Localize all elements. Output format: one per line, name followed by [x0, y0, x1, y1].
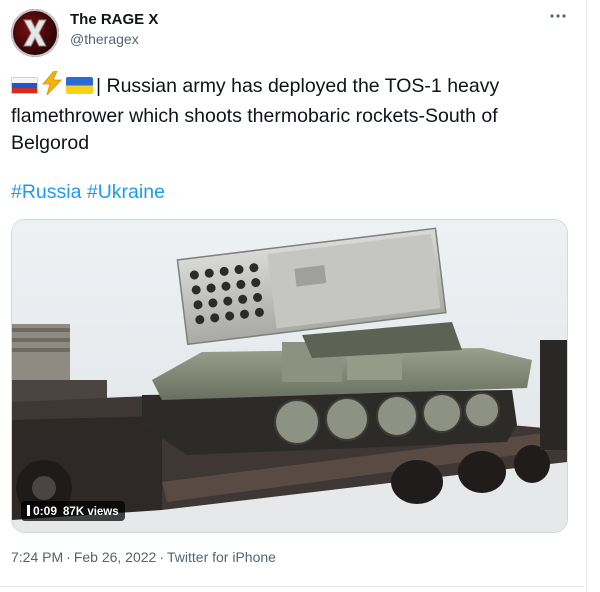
video-info-badge: 0:09 87K views — [21, 501, 125, 521]
ukraine-flag-icon — [66, 77, 93, 94]
meta-separator: · — [159, 549, 164, 565]
tweet-text: | Russian army has deployed the TOS-1 he… — [11, 70, 576, 157]
author-avatar[interactable] — [11, 9, 59, 57]
author-handle[interactable]: @theragex — [70, 31, 139, 47]
lightning-bolt-icon — [41, 70, 63, 103]
author-name[interactable]: The RAGE X — [70, 11, 158, 28]
tweet-metadata: 7:24 PM · Feb 26, 2022 · Twitter for iPhone — [11, 549, 276, 565]
hashtag-russia[interactable]: #Russia — [11, 181, 81, 203]
tweet-source[interactable]: Twitter for iPhone — [167, 549, 276, 565]
column-border — [586, 0, 587, 592]
more-options-icon[interactable] — [542, 6, 574, 30]
tweet-card: The RAGE X @theragex | Russian army has … — [0, 0, 584, 592]
video-thumbnail — [12, 220, 567, 532]
russia-flag-icon — [11, 77, 38, 94]
hashtags: #Russia #Ukraine — [11, 181, 165, 204]
video-views: 87K views — [63, 506, 119, 518]
video-player[interactable]: 0:09 87K views — [11, 219, 568, 533]
meta-separator: · — [66, 549, 71, 565]
rage-x-logo-icon — [11, 9, 59, 57]
video-duration: 0:09 — [33, 504, 58, 518]
hashtag-ukraine[interactable]: #Ukraine — [87, 181, 165, 203]
divider — [0, 586, 584, 587]
video-icon — [27, 505, 30, 516]
tweet-time[interactable]: 7:24 PM — [11, 549, 63, 565]
tweet-date[interactable]: Feb 26, 2022 — [74, 549, 157, 565]
